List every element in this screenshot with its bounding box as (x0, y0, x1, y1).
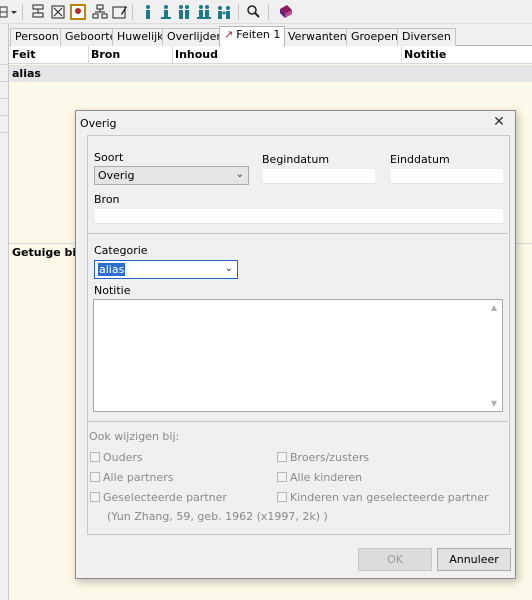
checkbox-kinderen-gesel-label: Kinderen van geselecteerde partner (290, 491, 489, 504)
checkbox-alle-kinderen[interactable]: Alle kinderen (277, 471, 362, 484)
overig-dialog: Overig ✕ Soort Overig ⌄ Begindatum Eindd… (75, 110, 516, 579)
tab-feiten-1-label: Feiten 1 (236, 28, 281, 41)
person-icon[interactable] (140, 4, 156, 20)
tree-cross-icon[interactable] (50, 4, 66, 20)
begindatum-field[interactable] (262, 168, 376, 184)
tab-diversen[interactable]: Diversen (397, 28, 456, 46)
begindatum-label: Begindatum (262, 153, 330, 166)
family-icon[interactable] (92, 4, 108, 20)
cancel-button[interactable]: Annuleer (437, 548, 511, 571)
witness-label: Getuige bij: (12, 246, 85, 259)
soort-select[interactable]: Overig ⌄ (94, 166, 249, 185)
notitie-label: Notitie (94, 284, 131, 297)
checkbox-box[interactable] (90, 452, 100, 462)
bron-label: Bron (94, 193, 120, 206)
tab-groepen[interactable]: Groepen (346, 28, 404, 46)
tab-bar: Persoon Geboorte Huwelijk Overlijden ↗ Fe… (9, 26, 532, 47)
checkbox-ouders[interactable]: Ouders (90, 451, 143, 464)
tab-persoon[interactable]: Persoon (10, 28, 64, 46)
persons-2-icon[interactable] (196, 4, 212, 20)
tab-huwelijk[interactable]: Huwelijk (112, 28, 169, 46)
tab-verwanten[interactable]: Verwanten (283, 28, 352, 46)
column-header-feit[interactable]: Feit (12, 48, 36, 61)
checkbox-kinderen-gesel-partner[interactable]: Kinderen van geselecteerde partner (277, 491, 489, 504)
tab-feiten-1[interactable]: ↗ Feiten 1 (219, 26, 286, 47)
left-panel-strip (0, 24, 9, 600)
bron-field[interactable] (94, 208, 504, 224)
dropdown-icon[interactable] (10, 4, 18, 20)
persons-3-icon[interactable] (216, 4, 232, 20)
column-header-inhoud[interactable]: Inhoud (175, 48, 218, 61)
column-header-bron[interactable]: Bron (91, 48, 120, 61)
categorie-value: alias (98, 263, 126, 276)
soort-label: Soort (94, 151, 124, 164)
grid-header: Feit Bron Inhoud Notitie (9, 46, 532, 64)
checkbox-box[interactable] (277, 472, 287, 482)
checkbox-geselecteerde-partner[interactable]: Geselecteerde partner (90, 491, 227, 504)
also-change-label: Ook wijzigen bij: (89, 430, 180, 443)
family-edit-icon[interactable] (112, 4, 128, 20)
checkbox-box[interactable] (277, 492, 287, 502)
scroll-down-icon[interactable]: ▼ (491, 399, 497, 408)
column-header-notitie[interactable]: Notitie (404, 48, 446, 61)
checkbox-gesel-partner-label: Geselecteerde partner (103, 491, 227, 504)
portrait-icon[interactable] (70, 4, 86, 20)
notitie-textarea[interactable]: ▲ ▼ (93, 299, 503, 412)
checkbox-broers-label: Broers/zusters (290, 451, 370, 464)
checkbox-box[interactable] (90, 472, 100, 482)
selected-partner-info: (Yun Zhang, 59, geb. 1962 (x1997, 2k) ) (107, 510, 328, 523)
chevron-down-icon: ⌄ (224, 263, 233, 274)
divider (88, 233, 508, 234)
search-icon[interactable] (246, 4, 262, 20)
einddatum-label: Einddatum (390, 153, 450, 166)
einddatum-field[interactable] (390, 168, 504, 184)
table-row[interactable]: alias (9, 65, 532, 82)
checkbox-ouders-label: Ouders (103, 451, 143, 464)
checkbox-box[interactable] (277, 452, 287, 462)
person-2-icon[interactable] (158, 4, 174, 20)
checkbox-alle-kinderen-label: Alle kinderen (290, 471, 363, 484)
pencil-icon: ↗ (224, 28, 234, 41)
notitie-scrollbar[interactable]: ▲ ▼ (488, 300, 502, 411)
ok-button[interactable]: OK (358, 548, 432, 571)
soort-value: Overig (98, 169, 135, 182)
tree-icon[interactable] (30, 4, 46, 20)
categorie-label: Categorie (94, 244, 148, 257)
persons-icon[interactable] (176, 4, 192, 20)
checkbox-alle-partners[interactable]: Alle partners (90, 471, 173, 484)
categorie-select[interactable]: alias ⌄ (94, 260, 238, 279)
toolbar (0, 0, 532, 24)
checkbox-box[interactable] (90, 492, 100, 502)
dialog-title: Overig (80, 117, 117, 130)
grid-icon[interactable] (0, 4, 8, 20)
table-cell-feit: alias (12, 67, 41, 80)
chevron-down-icon: ⌄ (235, 169, 244, 180)
checkbox-broers-zusters[interactable]: Broers/zusters (277, 451, 369, 464)
scroll-up-icon[interactable]: ▲ (491, 303, 497, 312)
book-icon[interactable] (278, 4, 294, 20)
divider (88, 421, 508, 422)
close-icon[interactable]: ✕ (489, 113, 509, 131)
checkbox-alle-partners-label: Alle partners (103, 471, 174, 484)
